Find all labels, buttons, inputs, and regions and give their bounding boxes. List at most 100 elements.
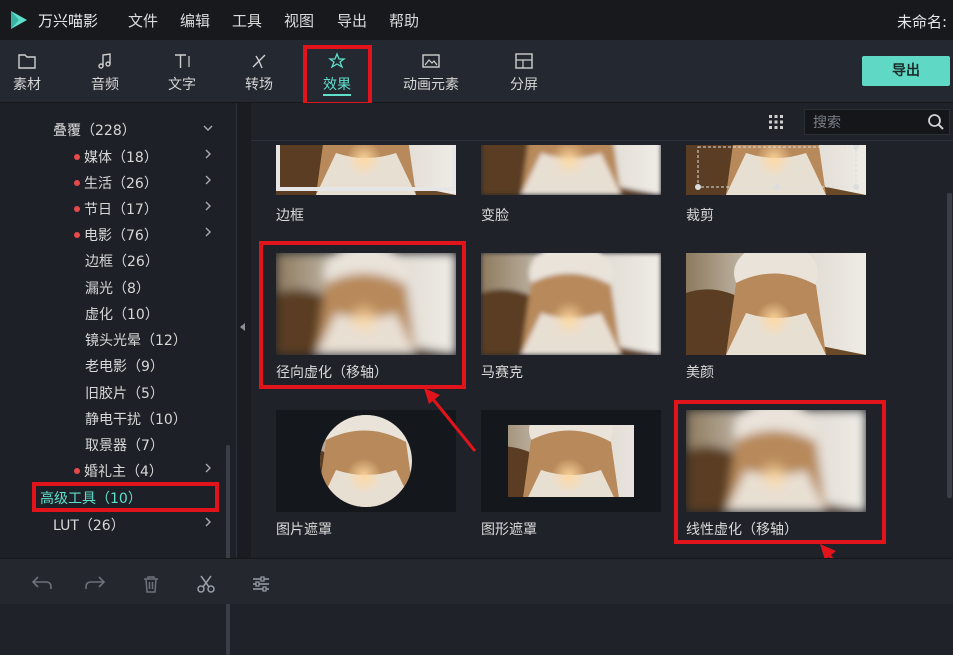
sidebar-collapse-handle[interactable] <box>236 103 251 558</box>
menu-file[interactable]: 文件 <box>128 10 158 31</box>
menu-edit[interactable]: 编辑 <box>180 10 210 31</box>
effect-thumb-face-off[interactable] <box>481 145 661 195</box>
effect-preview-image <box>481 145 661 195</box>
search-box <box>804 109 950 135</box>
scissors-icon[interactable] <box>196 574 216 594</box>
search-input[interactable] <box>811 112 927 134</box>
tab-transition-label: 转场 <box>245 77 273 93</box>
effect-thumb-mosaic[interactable] <box>481 253 661 355</box>
tree-item-media[interactable]: 媒体（18） <box>74 147 158 167</box>
tree-item-label: 旧胶片（5） <box>85 386 164 402</box>
new-dot <box>74 180 80 186</box>
tab-elements-label: 动画元素 <box>403 77 459 93</box>
effect-thumb-linear-blur[interactable] <box>686 410 866 512</box>
chevron-right-icon[interactable] <box>203 517 213 527</box>
tree-item-wedding[interactable]: 婚礼主（4） <box>74 461 163 481</box>
effect-label: 马赛克 <box>481 365 523 381</box>
chevron-right-icon[interactable] <box>203 149 213 159</box>
tree-item-border[interactable]: 边框（26） <box>85 251 159 271</box>
adjust-icon[interactable] <box>251 574 271 594</box>
tree-item-label: 静电干扰（10） <box>85 412 187 428</box>
panel-divider <box>251 140 953 141</box>
effect-thumb-shape-mask[interactable] <box>481 410 661 512</box>
tree-item-viewfinder[interactable]: 取景器（7） <box>85 435 164 455</box>
tree-item-lens-flare[interactable]: 镜头光晕（12） <box>85 330 187 350</box>
transition-icon <box>252 54 266 69</box>
tree-item-label: 虚化（10） <box>85 307 159 323</box>
text-icon <box>175 54 190 68</box>
effect-thumb-border[interactable] <box>276 145 456 195</box>
tree-item-label: 取景器（7） <box>85 438 164 454</box>
effect-label: 图形遮罩 <box>481 522 537 538</box>
effect-thumb-radial-blur[interactable] <box>276 253 456 355</box>
tree-item-old-movie[interactable]: 老电影（9） <box>85 356 164 376</box>
tree-item-label: 婚礼主（4） <box>84 464 163 480</box>
tab-media[interactable]: 素材 <box>0 40 54 102</box>
export-button[interactable]: 导出 <box>862 56 950 86</box>
tree-item-label: 高级工具（10） <box>40 491 142 507</box>
crop-frame-icon <box>695 145 859 190</box>
sidebar-scrollbar[interactable] <box>226 445 230 655</box>
redo-icon[interactable] <box>84 574 106 592</box>
effect-thumb-crop[interactable] <box>686 145 866 195</box>
folder-icon <box>18 54 36 69</box>
active-tab-underline <box>323 94 351 96</box>
new-dot <box>74 154 80 160</box>
tree-item-label: 叠覆（228） <box>53 123 136 139</box>
new-dot <box>74 468 80 474</box>
tab-transition[interactable]: 转场 <box>232 40 286 102</box>
search-icon[interactable] <box>927 113 945 131</box>
tree-item-lut[interactable]: LUT（26） <box>53 515 125 535</box>
menubar: 万兴喵影 文件 编辑 工具 视图 导出 帮助 未命名: <box>0 0 953 40</box>
tab-effects[interactable]: 效果 <box>309 40 365 102</box>
tree-item-light-leak[interactable]: 漏光（8） <box>85 278 150 298</box>
chevron-right-icon[interactable] <box>203 463 213 473</box>
effect-label: 美颜 <box>686 365 714 381</box>
effect-label: 线性虚化（移轴） <box>686 522 798 538</box>
effect-preview-image <box>481 253 661 355</box>
tab-audio-label: 音频 <box>91 77 119 93</box>
tab-audio[interactable]: 音频 <box>78 40 132 102</box>
tree-item-movie[interactable]: 电影（76） <box>74 225 158 245</box>
tab-elements[interactable]: 动画元素 <box>392 40 470 102</box>
chevron-right-icon[interactable] <box>203 175 213 185</box>
tree-item-static[interactable]: 静电干扰（10） <box>85 409 187 429</box>
app-name: 万兴喵影 <box>38 12 99 30</box>
tree-item-holiday[interactable]: 节日（17） <box>74 199 158 219</box>
menu-tools[interactable]: 工具 <box>232 10 262 31</box>
tree-item-overlay[interactable]: 叠覆（228） <box>53 120 136 140</box>
menu-help[interactable]: 帮助 <box>389 10 419 31</box>
effect-thumb-beauty[interactable] <box>686 253 866 355</box>
effect-preview-image <box>686 253 866 355</box>
timeline-toolbar <box>0 558 953 604</box>
tree-item-old-film[interactable]: 旧胶片（5） <box>85 383 164 403</box>
chevron-right-icon[interactable] <box>203 201 213 211</box>
tree-item-label: LUT（26） <box>53 518 125 534</box>
tree-item-advanced-tools[interactable]: 高级工具（10） <box>40 488 142 508</box>
tab-text[interactable]: 文字 <box>155 40 209 102</box>
tree-item-life[interactable]: 生活（26） <box>74 173 158 193</box>
effects-panel: 边框 变脸 裁剪 径向虚化（移轴） 马赛克 美颜 图片遮罩 <box>251 103 953 558</box>
new-dot <box>74 206 80 212</box>
tree-item-blur[interactable]: 虚化（10） <box>85 304 159 324</box>
menu-view[interactable]: 视图 <box>284 10 314 31</box>
trash-icon[interactable] <box>141 574 161 594</box>
chevron-right-icon[interactable] <box>203 227 213 237</box>
effect-preview-image <box>686 410 866 512</box>
app-logo-icon <box>11 11 27 29</box>
menu-export[interactable]: 导出 <box>337 10 367 31</box>
chevron-down-icon[interactable] <box>203 123 213 133</box>
effect-label: 径向虚化（移轴） <box>276 365 388 381</box>
effect-label: 图片遮罩 <box>276 522 332 538</box>
tree-item-label: 节日（17） <box>84 202 158 218</box>
tab-effects-label: 效果 <box>323 77 351 93</box>
undo-icon[interactable] <box>31 574 53 592</box>
effect-preview-image <box>276 253 456 355</box>
effect-preview-image <box>508 425 634 497</box>
tab-split-screen[interactable]: 分屏 <box>497 40 551 102</box>
grid-view-icon[interactable] <box>768 114 784 130</box>
panel-scrollbar[interactable] <box>947 193 952 498</box>
tree-item-label: 生活（26） <box>84 176 158 192</box>
split-screen-icon <box>515 53 533 69</box>
image-icon <box>422 54 440 68</box>
